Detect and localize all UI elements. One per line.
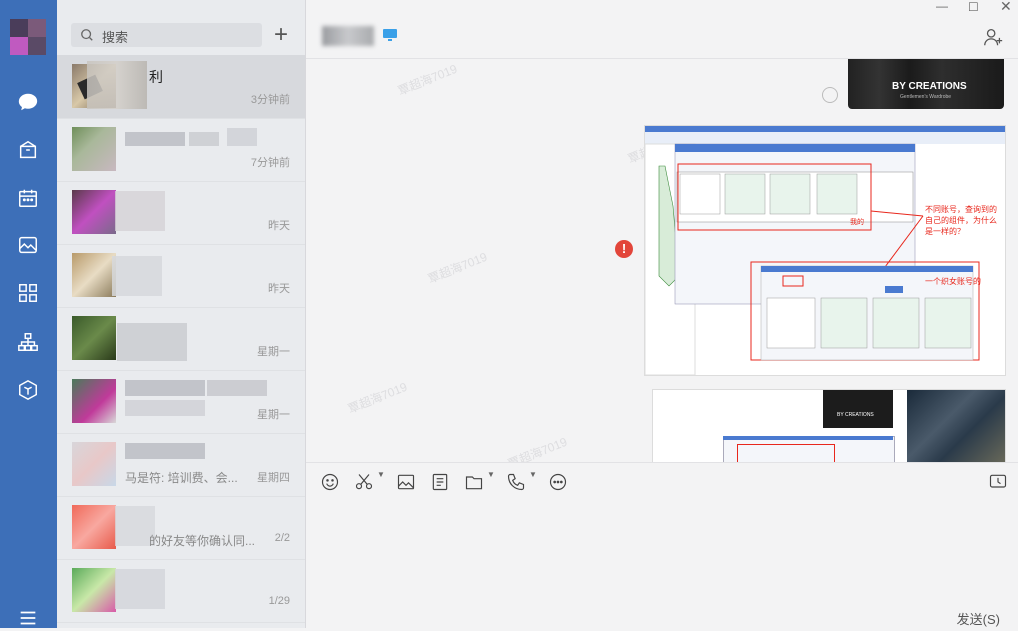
conversation-item[interactable]: 马是符: 培训费、会... 星期四 [57,433,305,497]
chevron-down-icon[interactable]: ▼ [529,470,537,479]
conversation-item[interactable]: 星期一 [57,307,305,371]
annotation-mine: 我的 [850,217,864,226]
watermark: 覃超海7019 [425,249,490,287]
conversation-item[interactable]: 利 3分钟前 [57,55,305,119]
chevron-down-icon[interactable]: ▼ [487,470,495,479]
search-icon [81,29,93,41]
minimize-icon[interactable]: — [936,0,948,12]
input-toolbar: ▼ ▼ ▼ [306,462,1018,499]
image-sub-text: Gentlemen's Wardrobe [900,94,952,100]
watermark: 覃超海7019 [345,379,410,417]
user-avatar[interactable] [10,19,46,55]
avatar [72,316,116,360]
scissors-icon[interactable] [354,472,374,492]
conversation-item[interactable]: 1/29 [57,559,305,623]
conversation-time: 2/2 [274,532,290,544]
image-message[interactable]: 我的 不同账号，查询到的自己的组件，为什么是一样的？ 一个织女账号的 [644,125,1006,376]
conversation-time: 3分钟前 [250,94,290,106]
image-message[interactable]: BY CREATIONS [652,389,1006,462]
desktop-icon [383,29,397,41]
chat-icon[interactable] [15,89,41,115]
cube-icon[interactable] [15,377,41,403]
conversation-time: 1/29 [268,595,290,607]
conversation-time: 星期一 [257,409,290,421]
send-failed-icon[interactable]: ! [615,240,633,258]
conversation-name: 利 [149,69,163,85]
conversation-item[interactable]: 7分钟前 [57,118,305,182]
menu-icon[interactable] [15,605,41,631]
chevron-down-icon[interactable]: ▼ [377,470,385,479]
apps-grid-icon[interactable] [15,280,41,306]
watermark: 覃超海7019 [395,61,460,99]
send-button[interactable]: 发送(S) [957,609,1000,628]
conversation-time: 昨天 [268,283,290,295]
conversation-preview: 的好友等你确认同... [149,534,256,548]
document-icon[interactable] [430,472,450,492]
search-box[interactable]: 搜索 [71,23,262,47]
annotation-other: 一个织女账号的 [925,277,981,286]
box-icon[interactable] [15,137,41,163]
message-input[interactable]: 发送(S) [306,499,1018,628]
folder-icon[interactable] [464,472,484,492]
conversation-time: 星期一 [257,346,290,358]
annotation-main: 不同账号，查询到的自己的组件，为什么是一样的？ [925,205,997,236]
conversation-list: 搜索 + 利 3分钟前 7分钟前 昨天 昨天 星期一 星期一 马是符: 培训费、… [57,0,306,628]
conversation-item[interactable]: 星期一 [57,370,305,434]
more-icon[interactable] [548,472,568,492]
message-area: 覃超海7019 覃超海7019 覃超海7019 覃超海7019 覃超海7019 … [306,59,1018,462]
emoji-icon[interactable] [320,472,340,492]
image-brand-text: BY CREATIONS [837,412,874,418]
avatar [72,127,116,171]
org-chart-icon[interactable] [15,329,41,355]
conversation-time: 星期四 [257,472,290,484]
conversation-time: 昨天 [268,220,290,232]
avatar [72,190,116,234]
conversation-preview: 马是符: 培训费、会... [125,471,238,485]
chat-header: — ☐ ✕ [306,0,1018,59]
phone-icon[interactable] [506,472,526,492]
image-icon[interactable] [396,472,416,492]
add-user-icon[interactable] [982,26,1004,48]
search-input[interactable]: 搜索 [102,27,128,46]
maximize-icon[interactable]: ☐ [968,1,979,13]
avatar [72,442,116,486]
avatar [72,505,116,549]
mountain-icon[interactable] [15,232,41,258]
conversation-item[interactable]: 昨天 [57,181,305,245]
chat-title [322,26,374,46]
conversation-item[interactable]: 昨天 [57,244,305,308]
read-status-icon [822,87,838,103]
close-icon[interactable]: ✕ [1000,0,1012,13]
image-brand-text: BY CREATIONS [892,81,967,92]
watermark: 覃超海7019 [505,434,570,462]
add-button[interactable]: + [270,22,292,48]
history-icon[interactable] [988,472,1008,492]
conversation-time: 7分钟前 [250,157,290,169]
image-message[interactable]: BY CREATIONS Gentlemen's Wardrobe [848,59,1004,109]
app-sidebar [0,0,57,628]
avatar [72,253,116,297]
avatar [72,379,116,423]
conversation-item[interactable]: 的好友等你确认同... 2/2 [57,496,305,560]
avatar [72,568,116,612]
calendar-icon[interactable] [15,185,41,211]
